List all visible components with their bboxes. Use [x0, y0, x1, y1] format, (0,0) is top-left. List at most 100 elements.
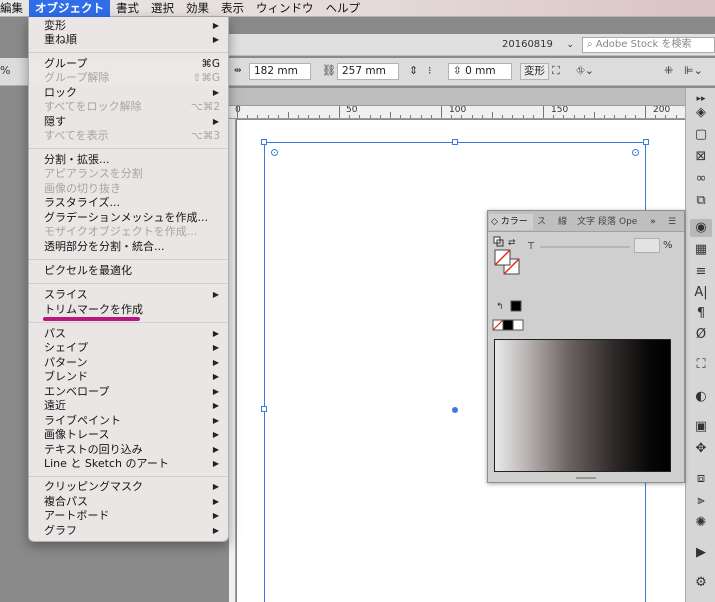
character-icon[interactable]: A| [690, 284, 712, 302]
handle-top-center[interactable] [452, 139, 458, 145]
ruler-tick [675, 115, 677, 118]
document-info-icon[interactable]: ▢ [690, 126, 712, 144]
panel-resize-grip[interactable] [576, 477, 596, 479]
menu-item-text-wrap[interactable]: テキストの回り込み ▶ [29, 443, 228, 457]
menu-window[interactable]: ウィンドウ [250, 0, 320, 17]
menu-item-compound-path[interactable]: 複合パス ▶ [29, 495, 228, 509]
artboards-icon[interactable]: ⧉ [690, 192, 712, 210]
ruler-tick [614, 115, 616, 118]
menu-item-live-paint[interactable]: ライブペイント ▶ [29, 414, 228, 428]
corner-widget-icon[interactable] [271, 149, 278, 156]
tab-paragraph[interactable]: 段落 [598, 214, 616, 230]
menu-item-pattern[interactable]: パターン ▶ [29, 356, 228, 370]
menu-item-image-trace[interactable]: 画像トレース ▶ [29, 428, 228, 442]
menu-effect[interactable]: 効果 [180, 0, 215, 17]
color-panel-tabs: ◇ カラー ス 線 文字 段落 Ope » ☰ [488, 211, 684, 232]
horizontal-ruler[interactable]: 0 50 100 150 200 [229, 106, 685, 119]
menu-item-lock[interactable]: ロック ▶ [29, 86, 228, 100]
panel-menu-icon[interactable]: ⊫⌄ [684, 64, 703, 78]
align-icon[interactable]: ⧈ [690, 470, 712, 488]
menu-item-artboards[interactable]: アートボード ▶ [29, 509, 228, 523]
tint-slider[interactable] [540, 246, 630, 248]
menu-type[interactable]: 書式 [110, 0, 145, 17]
vertical-ruler[interactable] [229, 119, 236, 602]
reference-point-icon[interactable]: ⁝ [428, 64, 432, 78]
return-arrow-icon: ↰ [496, 302, 504, 312]
workspace-switcher[interactable]: 20160819 ⌄ [502, 37, 574, 53]
link-proportions-icon[interactable]: ⛓ [322, 64, 336, 78]
layers-icon[interactable]: ◈ [690, 104, 712, 122]
offset-field[interactable]: ⇳ 0 mm [448, 63, 512, 80]
menu-item-flatten-transparency[interactable]: 透明部分を分割・統合... [29, 240, 228, 254]
menu-item-slice[interactable]: スライス ▶ [29, 288, 228, 302]
tab-character[interactable]: 文字 [577, 214, 595, 230]
menu-item-pixel-perfect[interactable]: ピクセルを最適化 [29, 264, 228, 278]
quick-swatches: ↰ [492, 300, 524, 331]
tab-swatches[interactable]: ス [537, 214, 551, 230]
color-icon[interactable]: ◉ [690, 219, 712, 237]
tint-value-field[interactable] [634, 238, 660, 253]
paragraph-icon[interactable]: ¶ [690, 305, 712, 323]
ruler-tick [461, 115, 463, 118]
symbols-icon[interactable]: ✥ [690, 440, 712, 458]
transform-button[interactable]: 変形 [520, 63, 549, 80]
corner-widget-icon[interactable] [632, 149, 639, 156]
menu-item-graph[interactable]: グラフ ▶ [29, 524, 228, 538]
width-field[interactable]: 182 mm [249, 63, 311, 80]
ruler-tick [339, 106, 340, 118]
height-field[interactable]: 257 mm [337, 63, 399, 80]
transform-icon[interactable]: ⛶ [690, 356, 712, 374]
ruler-label-200: 200 [653, 106, 671, 115]
menu-select[interactable]: 選択 [145, 0, 180, 17]
stock-search-input[interactable]: ⌕ Adobe Stock を検索 [582, 37, 715, 53]
handle-top-right[interactable] [643, 139, 649, 145]
menu-item-create-trim-marks[interactable]: トリムマークを作成 [29, 303, 228, 317]
swatches-icon[interactable]: ▦ [690, 241, 712, 259]
ruler-tick [369, 115, 371, 118]
menu-help[interactable]: ヘルプ [320, 0, 367, 17]
isolate-icon[interactable]: ⛶ [552, 64, 560, 78]
menu-item-path[interactable]: パス ▶ [29, 327, 228, 341]
menu-edit[interactable]: 編集 [0, 0, 29, 17]
opentype-icon[interactable]: Ø [690, 326, 712, 344]
stepper-icon[interactable]: ⇳ [453, 65, 462, 77]
menu-item-group[interactable]: グループ ⌘G [29, 57, 228, 71]
color-spectrum[interactable] [494, 339, 671, 472]
fill-stroke-widget[interactable]: ⇄ [492, 235, 542, 279]
grid-icon[interactable]: ⁜ [664, 64, 673, 78]
handle-top-left[interactable] [261, 139, 267, 145]
image-icon[interactable]: ⊠ [690, 148, 712, 166]
last-color-swatch [510, 300, 522, 312]
settings-gear-icon[interactable]: ⚙ [690, 574, 712, 592]
actions-icon[interactable]: ▶ [690, 544, 712, 562]
menu-item-gradient-mesh[interactable]: グラデーションメッシュを作成... [29, 211, 228, 225]
menu-item-hide[interactable]: 隠す ▶ [29, 115, 228, 129]
tab-color[interactable]: ◇ カラー [489, 214, 533, 230]
menu-item-perspective[interactable]: 遠近 ▶ [29, 399, 228, 413]
appearance-icon[interactable]: ◐ [690, 388, 712, 406]
brushes-icon[interactable]: ✺ [690, 514, 712, 532]
menu-item-clipping-mask[interactable]: クリッピングマスク ▶ [29, 480, 228, 494]
menu-item-blend[interactable]: ブレンド ▶ [29, 370, 228, 384]
pathfinder-icon[interactable]: ⫸ [690, 492, 712, 510]
ruler-tick [604, 115, 606, 118]
swap-default-icon[interactable] [493, 236, 504, 247]
panel-expand-icon[interactable]: » [650, 214, 662, 230]
menu-item-expand[interactable]: 分割・拡張... [29, 153, 228, 167]
menu-item-arrange[interactable]: 重ね順 ▶ [29, 33, 228, 47]
menu-item-envelope[interactable]: エンベロープ ▶ [29, 385, 228, 399]
panel-menu-icon[interactable]: ☰ [668, 214, 680, 230]
tab-opentype[interactable]: Ope [619, 214, 637, 230]
links-icon[interactable]: ∞ [690, 170, 712, 188]
gradient-icon[interactable]: ▣ [690, 418, 712, 436]
stroke-icon[interactable]: ≡ [690, 263, 712, 281]
menu-item-rasterize[interactable]: ラスタライズ... [29, 196, 228, 210]
menu-item-transform[interactable]: 変形 ▶ [29, 19, 228, 33]
menu-item-shape[interactable]: シェイプ ▶ [29, 341, 228, 355]
menu-item-line-sketch-art[interactable]: Line と Sketch のアート ▶ [29, 457, 228, 471]
tab-stroke[interactable]: 線 [558, 214, 570, 230]
arrange-icon[interactable]: ⛗⌄ [576, 64, 594, 78]
menu-view[interactable]: 表示 [215, 0, 250, 17]
handle-middle-left[interactable] [261, 406, 267, 412]
menu-object[interactable]: オブジェクト [29, 0, 110, 17]
